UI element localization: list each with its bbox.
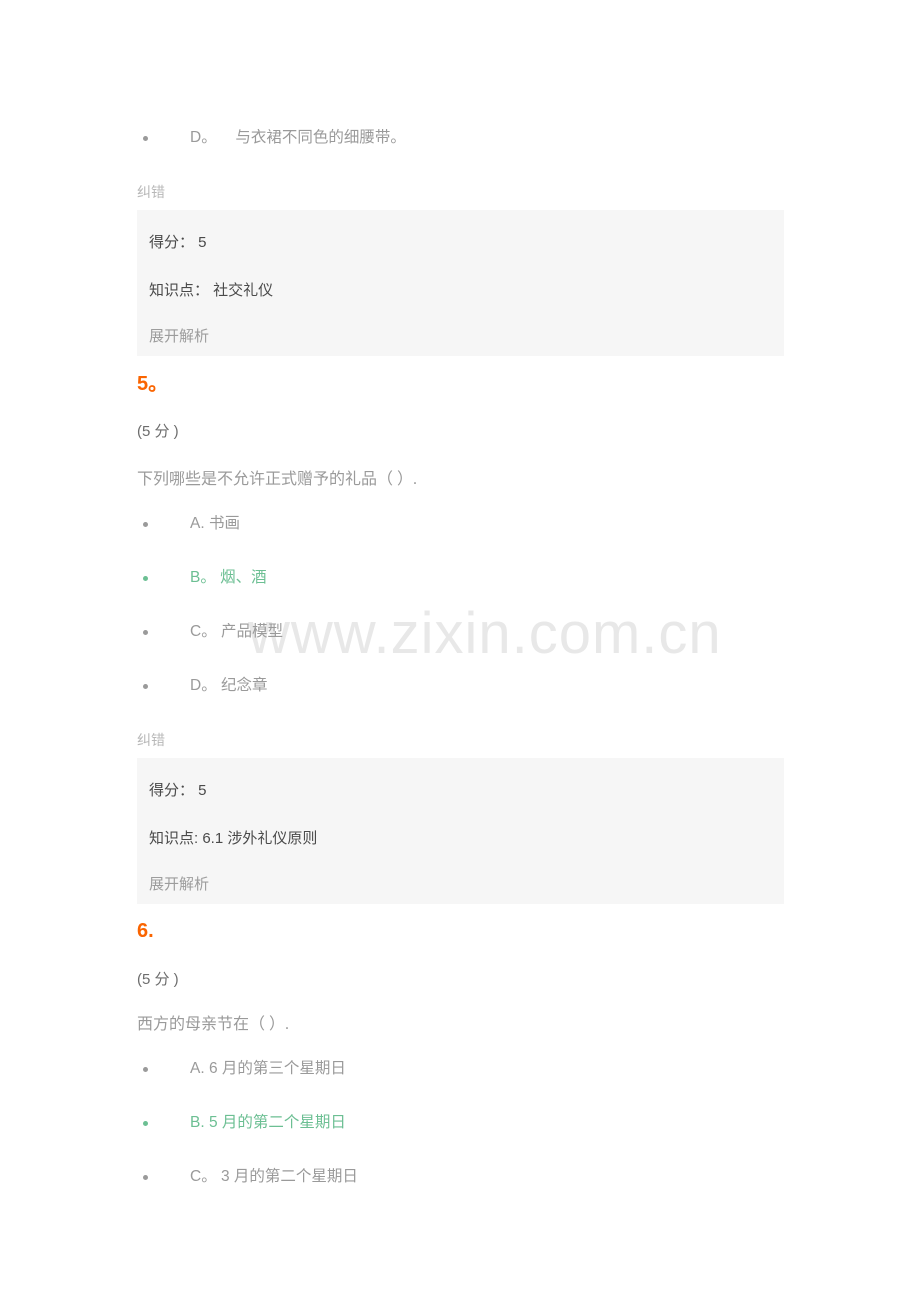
option-text: C。 3 月的第二个星期日 — [190, 1168, 358, 1185]
option-text: B。 烟、酒 — [190, 569, 267, 586]
option-row[interactable]: C。 3 月的第二个星期日 — [137, 1166, 358, 1188]
bullet-icon — [143, 1175, 148, 1180]
bullet-icon — [143, 1121, 148, 1126]
option-row[interactable]: D。 与衣裙不同色的细腰带。 — [137, 127, 406, 149]
score-line: 得分： 5 — [149, 234, 207, 251]
question-number: 6. — [137, 920, 154, 942]
expand-analysis-link[interactable]: 展开解析 — [137, 874, 784, 896]
option-text: 与衣裙不同色的细腰带。 — [235, 129, 406, 146]
exam-review-page: www.zixin.com.cn D。 与衣裙不同色的细腰带。 纠错 得分： 5… — [0, 0, 920, 1302]
option-letter: D。 — [190, 129, 217, 146]
bullet-icon — [143, 684, 148, 689]
bullet-icon — [143, 522, 148, 527]
option-row[interactable]: A. 6 月的第三个星期日 — [137, 1058, 346, 1080]
site-watermark: www.zixin.com.cn — [248, 601, 722, 666]
answer-panel: 得分： 5 知识点： 社交礼仪 展开解析 — [137, 210, 784, 356]
option-row[interactable]: A. 书画 — [137, 513, 240, 535]
report-error-link[interactable]: 纠错 — [137, 182, 165, 202]
knowledge-point-line: 知识点： 社交礼仪 — [149, 282, 274, 299]
option-row[interactable]: C。 产品模型 — [137, 621, 283, 643]
option-row[interactable]: B。 烟、酒 — [137, 567, 267, 589]
question-points: (5 分 ) — [137, 423, 179, 440]
question-number: 5。 — [137, 373, 169, 395]
option-text: A. 6 月的第三个星期日 — [190, 1060, 346, 1077]
bullet-icon — [143, 630, 148, 635]
option-text: B. 5 月的第二个星期日 — [190, 1114, 346, 1131]
option-row[interactable]: B. 5 月的第二个星期日 — [137, 1112, 346, 1134]
question-stem: 西方的母亲节在（ ）. — [137, 1016, 290, 1033]
knowledge-point-line: 知识点: 6.1 涉外礼仪原则 — [149, 830, 318, 847]
option-row[interactable]: D。 纪念章 — [137, 675, 268, 697]
expand-analysis-link[interactable]: 展开解析 — [137, 326, 784, 348]
question-points: (5 分 ) — [137, 971, 179, 988]
score-line: 得分： 5 — [149, 782, 207, 799]
bullet-icon — [143, 576, 148, 581]
bullet-icon — [143, 136, 148, 141]
option-text: A. 书画 — [190, 515, 240, 532]
report-error-link[interactable]: 纠错 — [137, 730, 165, 750]
option-text: D。 纪念章 — [190, 677, 268, 694]
option-text: C。 产品模型 — [190, 623, 284, 640]
answer-panel: 得分： 5 知识点: 6.1 涉外礼仪原则 展开解析 — [137, 758, 784, 904]
question-stem: 下列哪些是不允许正式赠予的礼品（ ）. — [137, 471, 418, 488]
bullet-icon — [143, 1067, 148, 1072]
